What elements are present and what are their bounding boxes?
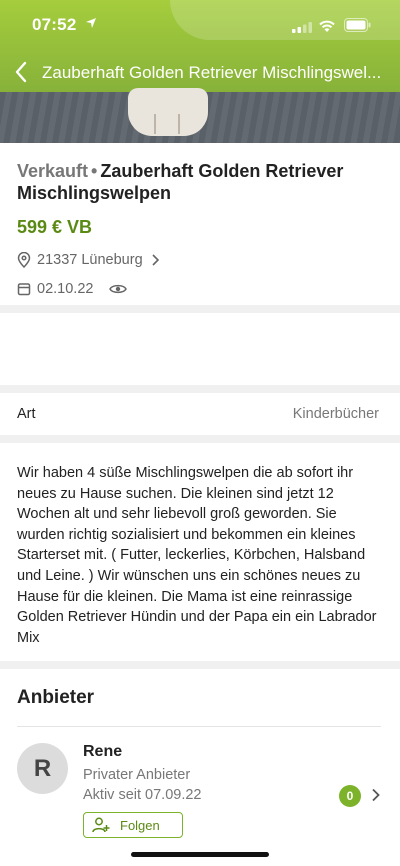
nav-title: Zauberhaft Golden Retriever Mischlingswe…	[42, 63, 382, 82]
detail-value: Kinderbücher	[292, 406, 379, 422]
battery-icon	[344, 18, 371, 32]
home-indicator[interactable]	[131, 852, 269, 857]
follow-label: Folgen	[120, 817, 160, 833]
description-section: Wir haben 4 süße Mischlingswelpen die ab…	[0, 443, 400, 661]
listing-price: 599 € VB	[17, 217, 93, 237]
status-bar: 07:52	[0, 0, 400, 50]
back-chevron-icon[interactable]	[14, 61, 28, 83]
seller-active-since: Aktiv seit 07.09.22	[83, 787, 202, 803]
divider	[17, 726, 381, 727]
nav-bar: Zauberhaft Golden Retriever Mischlingswe…	[0, 55, 400, 91]
follow-button[interactable]: Folgen	[83, 812, 183, 838]
avatar[interactable]: R	[17, 743, 68, 794]
empty-section	[0, 313, 400, 385]
seller-section-title: Anbieter	[17, 687, 95, 708]
chevron-right-icon[interactable]	[371, 788, 380, 802]
cellular-signal-icon	[292, 22, 312, 33]
location-pin-icon	[17, 252, 31, 268]
person-add-icon	[92, 817, 110, 833]
detail-label: Art	[17, 406, 36, 422]
listing-title: Verkauft • Zauberhaft Golden Retriever Mis…	[17, 160, 387, 204]
description-text: Wir haben 4 süße Mischlingswelpen die ab…	[17, 465, 377, 646]
wifi-icon	[319, 20, 335, 32]
location-text: 21337 Lüneburg	[37, 252, 143, 268]
seller-name[interactable]: Rene	[83, 743, 122, 761]
seller-section: Anbieter R Rene Privater Anbieter Aktiv …	[0, 669, 400, 866]
chevron-right-icon	[152, 254, 159, 266]
posted-date: 02.10.22	[37, 281, 94, 297]
calendar-icon	[17, 283, 31, 296]
location-arrow-icon	[86, 18, 96, 28]
seller-type: Privater Anbieter	[83, 767, 191, 783]
details-row-art: Art Kinderbücher	[0, 393, 400, 435]
sold-status: Verkauft	[17, 161, 89, 181]
title-separator: •	[91, 161, 98, 181]
listing-header: Verkauft • Zauberhaft Golden Retriever Mis…	[0, 143, 400, 305]
eye-icon	[109, 284, 128, 294]
location-row[interactable]: 21337 Lüneburg	[17, 250, 165, 270]
date-row: 02.10.22	[17, 279, 128, 299]
status-time: 07:52	[32, 15, 77, 34]
photo-puppy-paw	[128, 88, 208, 136]
rating-badge: 0	[339, 785, 361, 807]
